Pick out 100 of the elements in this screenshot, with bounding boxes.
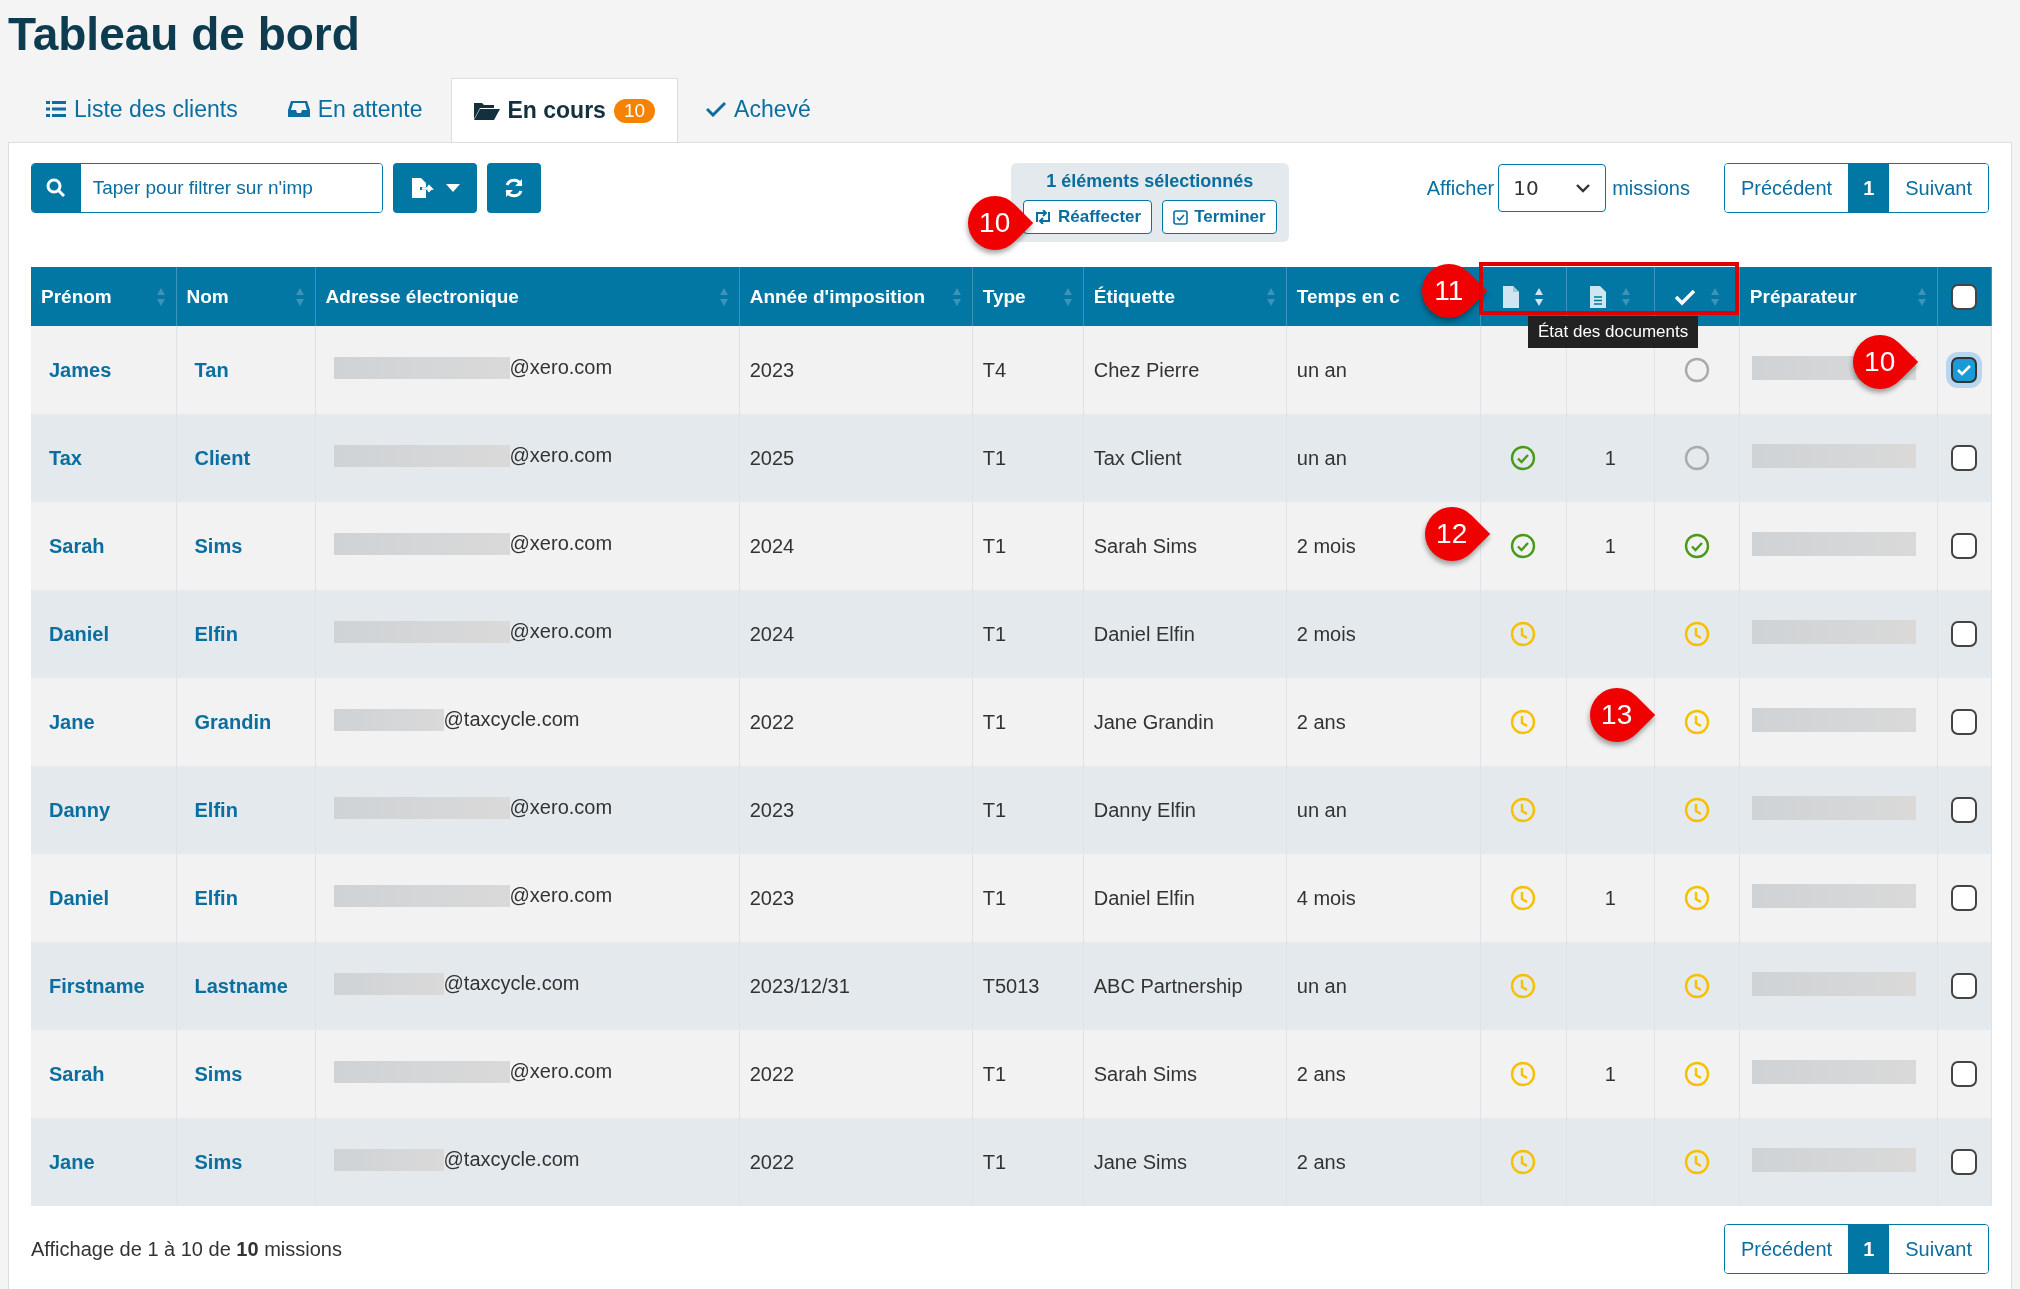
row-checkbox[interactable] [1951, 973, 1978, 999]
email-domain: @taxcycle.com [443, 1148, 580, 1172]
checkmark-icon [1956, 364, 1973, 376]
column-header[interactable]: Préparateur [1749, 285, 1857, 308]
refresh-button[interactable] [487, 163, 541, 213]
sort-icon [155, 286, 166, 307]
sort-icon [718, 286, 729, 307]
pagination-button[interactable]: Suivant [1888, 1225, 1988, 1273]
last-name-link[interactable]: Elfin [186, 622, 238, 645]
folder-icon [473, 100, 500, 121]
document-count: 1 [1604, 446, 1616, 469]
column-header[interactable]: Prénom [41, 285, 112, 308]
empty-circle-icon [1683, 445, 1710, 471]
chevron-icon [1575, 183, 1592, 193]
tab[interactable]: Achevé [684, 78, 833, 140]
tag-label: Sarah Sims [1093, 534, 1198, 557]
sort-icon [1621, 286, 1632, 307]
refresh-icon [503, 177, 525, 199]
tag-label: Chez Pierre [1093, 358, 1200, 381]
elapsed-time: 2 ans [1296, 1062, 1346, 1085]
clock-icon [1683, 621, 1710, 647]
tax-year: 2023 [749, 886, 795, 909]
tag-label: Sarah Sims [1093, 1062, 1198, 1085]
tax-year: 2025 [749, 446, 795, 469]
column-header[interactable]: Temps en c [1296, 285, 1400, 308]
pagination-button[interactable]: 1 [1848, 164, 1889, 212]
column-header[interactable]: Étiquette [1093, 285, 1175, 308]
last-name-link[interactable]: Elfin [186, 886, 238, 909]
last-name-link[interactable]: Sims [186, 1062, 243, 1085]
clock-icon [1510, 797, 1537, 823]
elapsed-time: 2 mois [1296, 622, 1356, 645]
select-all-checkbox[interactable] [1951, 283, 1978, 310]
clock-icon [1510, 885, 1537, 911]
caret-icon [446, 184, 460, 192]
tab[interactable]: En attente [265, 78, 445, 140]
first-name-link[interactable]: Daniel [41, 886, 110, 909]
email-domain: @xero.com [509, 620, 613, 644]
last-name-link[interactable]: Elfin [186, 798, 238, 821]
sort-icon [1062, 286, 1073, 307]
column-header[interactable]: Type [982, 285, 1026, 308]
finish-button[interactable]: Terminer [1162, 200, 1277, 234]
row-checkbox[interactable] [1951, 1061, 1978, 1087]
tag-label: Danny Elfin [1093, 798, 1196, 821]
last-name-link[interactable]: Client [186, 446, 251, 469]
row-checkbox[interactable] [1951, 533, 1978, 559]
first-name-link[interactable]: Sarah [41, 1062, 105, 1085]
document-count: 1 [1604, 1062, 1616, 1085]
row-checkbox[interactable] [1951, 445, 1978, 471]
tooltip: État des documents [1528, 316, 1699, 348]
first-name-link[interactable]: Sarah [41, 534, 105, 557]
first-name-link[interactable]: Firstname [41, 974, 145, 997]
reassign-button[interactable]: Réaffecter [1023, 200, 1153, 234]
column-header[interactable]: Année d'imposition [749, 285, 926, 308]
document-count: 1 [1604, 886, 1616, 909]
sort-icon [294, 286, 305, 307]
first-name-link[interactable]: Danny [41, 798, 111, 821]
first-name-link[interactable]: Jane [41, 1150, 95, 1173]
tax-year: 2023 [749, 358, 795, 381]
first-name-link[interactable]: James [41, 358, 112, 381]
row-checkbox[interactable] [1951, 621, 1978, 647]
tab[interactable]: En cours 10 [450, 78, 679, 142]
search-field[interactable]: Taper pour filtrer sur n'imp [31, 163, 383, 213]
clock-icon [1683, 797, 1710, 823]
first-name-link[interactable]: Jane [41, 710, 95, 733]
document-icon [1589, 284, 1608, 309]
check-circle-icon [1510, 445, 1537, 471]
return-type: T1 [982, 446, 1007, 469]
row-checkbox[interactable] [1951, 1149, 1978, 1175]
email-domain: @xero.com [509, 444, 613, 468]
email-domain: @xero.com [509, 356, 613, 380]
last-name-link[interactable]: Sims [186, 534, 243, 557]
column-header[interactable]: Nom [186, 285, 229, 308]
column-header[interactable]: Adresse électronique [325, 285, 519, 308]
tag-label: Tax Client [1093, 446, 1182, 469]
row-checkbox[interactable] [1951, 709, 1978, 735]
inbox-icon [287, 99, 310, 119]
first-name-link[interactable]: Tax [41, 446, 82, 469]
document-count: 1 [1604, 534, 1616, 557]
last-name-link[interactable]: Tan [186, 358, 229, 381]
clock-icon [1683, 1149, 1710, 1175]
export-button[interactable] [393, 163, 477, 213]
tab[interactable]: Liste des clients [24, 78, 260, 140]
return-type: T1 [982, 798, 1007, 821]
return-type: T5013 [982, 974, 1040, 997]
row-checkbox[interactable] [1951, 885, 1978, 911]
elapsed-time: 4 mois [1296, 886, 1356, 909]
clock-icon [1510, 1149, 1537, 1175]
file-export-icon [410, 177, 436, 199]
pagination-button[interactable]: Suivant [1888, 164, 1988, 212]
page-size-select[interactable]: 10 [1498, 164, 1607, 212]
last-name-link[interactable]: Lastname [186, 974, 288, 997]
first-name-link[interactable]: Daniel [41, 622, 110, 645]
tag-label: Daniel Elfin [1093, 886, 1195, 909]
last-name-link[interactable]: Sims [186, 1150, 243, 1173]
elapsed-time: un an [1296, 358, 1347, 381]
row-checkbox[interactable] [1951, 797, 1978, 823]
return-type: T4 [982, 358, 1007, 381]
return-type: T1 [982, 710, 1007, 733]
pagination-button[interactable]: 1 [1848, 1225, 1889, 1273]
last-name-link[interactable]: Grandin [186, 710, 272, 733]
